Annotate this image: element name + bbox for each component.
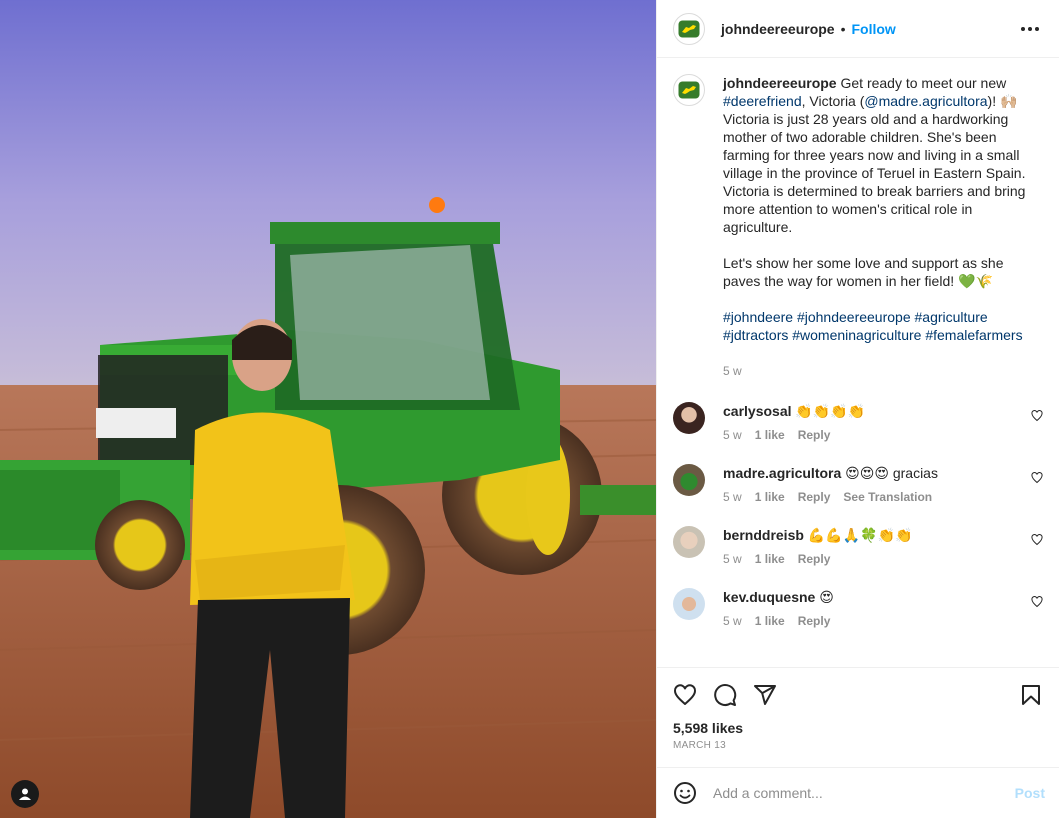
like-comment-heart-icon[interactable] bbox=[1031, 472, 1043, 484]
post-comment-button[interactable]: Post bbox=[1015, 785, 1045, 801]
comment-icon[interactable] bbox=[713, 683, 737, 707]
caption-text-part: , Victoria ( bbox=[801, 93, 865, 109]
see-translation-button[interactable]: See Translation bbox=[843, 490, 932, 504]
likes-count[interactable]: 5,598 likes bbox=[673, 720, 1043, 736]
post-panel: johndeereeurope • Follow johndeereeurope… bbox=[656, 0, 1059, 818]
caption-text: johndeereeurope Get ready to meet our ne… bbox=[723, 74, 1033, 380]
john-deere-logo-icon bbox=[678, 81, 700, 99]
follow-button[interactable]: Follow bbox=[852, 21, 896, 37]
avatar[interactable] bbox=[673, 402, 705, 434]
mention-link[interactable]: @madre.agricultora bbox=[864, 93, 987, 109]
header-separator: • bbox=[840, 20, 846, 37]
add-comment-bar: Post bbox=[657, 767, 1059, 818]
comment-likes[interactable]: 1 like bbox=[755, 614, 785, 628]
comment-text: 😍 bbox=[819, 589, 834, 605]
caption-hashtags[interactable]: #johndeere #johndeereeurope #agriculture… bbox=[723, 308, 1033, 344]
header-username[interactable]: johndeereeurope bbox=[721, 21, 835, 37]
share-icon[interactable] bbox=[753, 683, 777, 707]
avatar[interactable] bbox=[673, 588, 705, 620]
comment-username[interactable]: bernddreisb bbox=[723, 527, 804, 543]
comment-item: bernddreisb 💪💪🙏🍀👏👏 5 w 1 like Reply bbox=[673, 526, 1043, 566]
comment-item: kev.duquesne 😍 5 w 1 like Reply bbox=[673, 588, 1043, 628]
post-caption: johndeereeurope Get ready to meet our ne… bbox=[673, 74, 1043, 380]
caption-paragraph-2: Let's show her some love and support as … bbox=[723, 255, 1004, 289]
avatar[interactable] bbox=[673, 526, 705, 558]
comment-time: 5 w bbox=[723, 614, 742, 628]
bookmark-icon[interactable] bbox=[1019, 683, 1043, 707]
caption-text-part: )! 🙌🏼 Victoria is just 28 years old and … bbox=[723, 93, 1026, 235]
comment-likes[interactable]: 1 like bbox=[755, 552, 785, 566]
post-photo[interactable] bbox=[0, 0, 656, 818]
like-comment-heart-icon[interactable] bbox=[1031, 596, 1043, 608]
comment-time: 5 w bbox=[723, 552, 742, 566]
caption-time: 5 w bbox=[723, 364, 742, 378]
post-actions: 5,598 likes MARCH 13 bbox=[657, 667, 1059, 767]
avatar[interactable] bbox=[673, 464, 705, 496]
comment-likes[interactable]: 1 like bbox=[755, 428, 785, 442]
comment-item: carlysosal 👏👏👏👏 5 w 1 like Reply bbox=[673, 402, 1043, 442]
comment-username[interactable]: madre.agricultora bbox=[723, 465, 841, 481]
post-header: johndeereeurope • Follow bbox=[657, 0, 1059, 58]
like-comment-heart-icon[interactable] bbox=[1031, 534, 1043, 546]
reply-button[interactable]: Reply bbox=[798, 614, 831, 628]
like-comment-heart-icon[interactable] bbox=[1031, 410, 1043, 422]
reply-button[interactable]: Reply bbox=[798, 490, 831, 504]
caption-text-part: Get ready to meet our new bbox=[836, 75, 1007, 91]
post-date[interactable]: MARCH 13 bbox=[673, 740, 1043, 751]
emoji-icon[interactable] bbox=[673, 781, 697, 805]
heart-icon[interactable] bbox=[673, 683, 697, 707]
comment-text: 😍😍😍 gracias bbox=[845, 465, 938, 481]
comment-username[interactable]: kev.duquesne bbox=[723, 589, 815, 605]
john-deere-logo-icon bbox=[678, 20, 700, 37]
comment-likes[interactable]: 1 like bbox=[755, 490, 785, 504]
caption-username[interactable]: johndeereeurope bbox=[723, 75, 837, 91]
tractor-photo bbox=[0, 0, 656, 818]
comments-scroll[interactable]: johndeereeurope Get ready to meet our ne… bbox=[657, 58, 1059, 667]
profile-avatar[interactable] bbox=[673, 12, 705, 45]
comment-input[interactable] bbox=[713, 785, 1015, 801]
reply-button[interactable]: Reply bbox=[798, 428, 831, 442]
hashtag-link[interactable]: #deerefriend bbox=[723, 93, 802, 109]
reply-button[interactable]: Reply bbox=[798, 552, 831, 566]
caption-avatar[interactable] bbox=[673, 74, 705, 106]
comment-text: 👏👏👏👏 bbox=[795, 403, 866, 419]
comment-item: madre.agricultora 😍😍😍 gracias 5 w 1 like… bbox=[673, 464, 1043, 504]
comment-time: 5 w bbox=[723, 490, 742, 504]
more-options-icon[interactable] bbox=[1017, 23, 1043, 35]
user-icon bbox=[19, 788, 31, 800]
comment-text: 💪💪🙏🍀👏👏 bbox=[807, 527, 913, 543]
user-tag-button[interactable] bbox=[11, 780, 39, 808]
comment-time: 5 w bbox=[723, 428, 742, 442]
comment-username[interactable]: carlysosal bbox=[723, 403, 792, 419]
